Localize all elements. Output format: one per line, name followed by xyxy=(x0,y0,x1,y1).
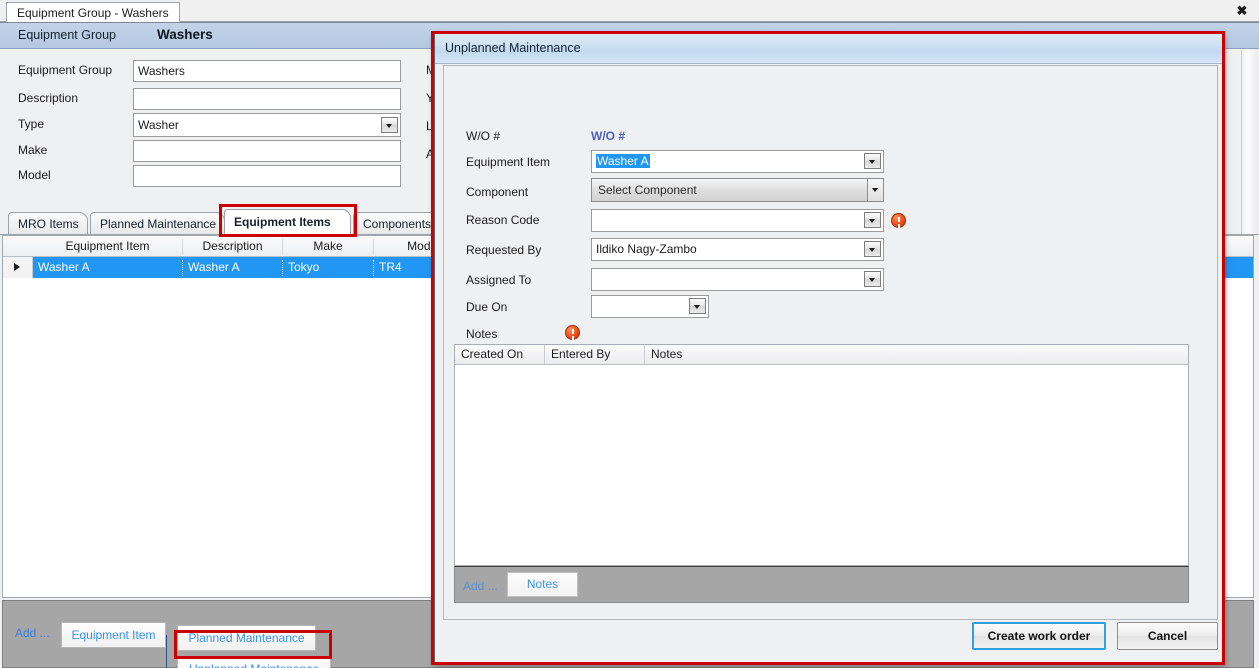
equipment-item-value: Washer A xyxy=(596,154,650,168)
type-combo-value: Washer xyxy=(138,118,179,132)
field-label-partial-3: L xyxy=(426,119,433,133)
grid-column-description[interactable]: Description xyxy=(183,239,283,255)
notes-add-label: Add ... xyxy=(463,579,498,593)
error-icon-notes xyxy=(565,325,580,340)
description-input[interactable] xyxy=(133,88,401,110)
field-label-make: Make xyxy=(18,143,48,157)
close-icon[interactable]: ✖ xyxy=(1233,2,1251,20)
cancel-button[interactable]: Cancel xyxy=(1117,622,1218,650)
cell-equipment-item: Washer A xyxy=(33,260,183,276)
error-icon-reason-code xyxy=(891,213,906,228)
field-label-type: Type xyxy=(18,117,45,131)
field-description: Description xyxy=(18,88,418,110)
tab-planned-maintenance[interactable]: Planned Maintenance xyxy=(90,212,225,235)
type-combo[interactable]: Washer xyxy=(133,113,401,137)
chevron-down-icon[interactable] xyxy=(864,153,881,169)
form-header-label: Equipment Group xyxy=(18,28,116,42)
tab-mro-items[interactable]: MRO Items xyxy=(8,212,88,235)
label-due-on: Due On xyxy=(466,300,508,314)
label-wo-number: W/O # xyxy=(466,129,501,143)
row-selector-icon[interactable] xyxy=(3,257,33,278)
field-model: Model xyxy=(18,165,418,187)
notes-column-created-on[interactable]: Created On xyxy=(455,345,545,365)
add-notes-button[interactable]: Notes xyxy=(507,572,578,597)
label-reason-code: Reason Code xyxy=(466,213,540,227)
add-unplanned-maintenance-button[interactable]: Unplanned Maintenance xyxy=(177,656,331,668)
add-label: Add ... xyxy=(15,626,50,640)
screen-root: Equipment Group - Washers ✖ Equipment Gr… xyxy=(0,0,1259,668)
notes-toolbar: Add ... Notes xyxy=(454,566,1189,603)
reason-code-combo[interactable] xyxy=(591,209,884,232)
window-tab-equipment-group[interactable]: Equipment Group - Washers xyxy=(6,2,180,22)
field-label-model: Model xyxy=(18,168,51,182)
grid-column-make[interactable]: Make xyxy=(283,239,374,255)
field-make: Make xyxy=(18,140,418,162)
dialog-title: Unplanned Maintenance xyxy=(445,41,581,55)
field-type: Type Washer xyxy=(18,111,418,137)
cell-description: Washer A xyxy=(183,260,283,276)
label-requested-by: Requested By xyxy=(466,243,542,257)
requested-by-value: Ildiko Nagy-Zambo xyxy=(596,242,697,256)
label-equipment-item: Equipment Item xyxy=(466,155,551,169)
chevron-down-icon[interactable] xyxy=(867,179,883,201)
equipment-item-combo[interactable]: Washer A xyxy=(591,150,884,173)
due-on-datepicker[interactable] xyxy=(591,295,709,318)
field-label-description: Description xyxy=(18,91,79,105)
tab-components[interactable]: Components xyxy=(353,212,441,235)
chevron-down-icon[interactable] xyxy=(864,241,881,257)
chevron-down-icon[interactable] xyxy=(864,212,881,228)
chevron-down-icon[interactable] xyxy=(381,117,398,133)
notes-grid: Created On Entered By Notes xyxy=(454,344,1189,566)
dialog-footer: Create work order Cancel xyxy=(443,622,1218,656)
chevron-down-icon[interactable] xyxy=(864,271,881,287)
field-equipment-group: Equipment Group Washers xyxy=(18,60,418,82)
page-title: Washers xyxy=(157,27,213,42)
dialog-body: W/O # W/O # Equipment Item Washer A Comp… xyxy=(443,65,1218,620)
field-label-partial-2: Y xyxy=(426,91,435,105)
cell-make: Tokyo xyxy=(283,260,374,276)
tab-equipment-items[interactable]: Equipment Items xyxy=(224,209,351,235)
grid-column-equipment-item[interactable]: Equipment Item xyxy=(33,239,183,255)
label-notes: Notes xyxy=(466,327,498,341)
calendar-chevron-down-icon[interactable] xyxy=(689,298,706,314)
dialog-title-bar[interactable]: Unplanned Maintenance xyxy=(435,34,1224,64)
equipment-group-input[interactable]: Washers xyxy=(133,60,401,82)
unplanned-maintenance-dialog: Unplanned Maintenance W/O # W/O # Equipm… xyxy=(434,33,1225,664)
component-value: Select Component xyxy=(598,183,697,197)
notes-column-entered-by[interactable]: Entered By xyxy=(545,345,645,365)
field-label-partial-4: A xyxy=(426,147,435,161)
model-input[interactable] xyxy=(133,165,401,187)
label-assigned-to: Assigned To xyxy=(466,273,532,287)
label-component: Component xyxy=(466,185,529,199)
field-label-equipment-group: Equipment Group xyxy=(18,63,113,77)
window-tabstrip: Equipment Group - Washers ✖ xyxy=(0,0,1259,22)
requested-by-combo[interactable]: Ildiko Nagy-Zambo xyxy=(591,238,884,261)
value-wo-number: W/O # xyxy=(591,129,626,143)
menu-connector-vertical xyxy=(166,635,167,668)
create-work-order-button[interactable]: Create work order xyxy=(972,622,1106,650)
make-input[interactable] xyxy=(133,140,401,162)
add-planned-maintenance-button[interactable]: Planned Maintenance xyxy=(177,625,316,651)
add-equipment-item-button[interactable]: Equipment Item xyxy=(61,622,166,648)
component-combo[interactable]: Select Component xyxy=(591,178,884,202)
assigned-to-combo[interactable] xyxy=(591,268,884,291)
notes-column-notes[interactable]: Notes xyxy=(645,345,1188,365)
